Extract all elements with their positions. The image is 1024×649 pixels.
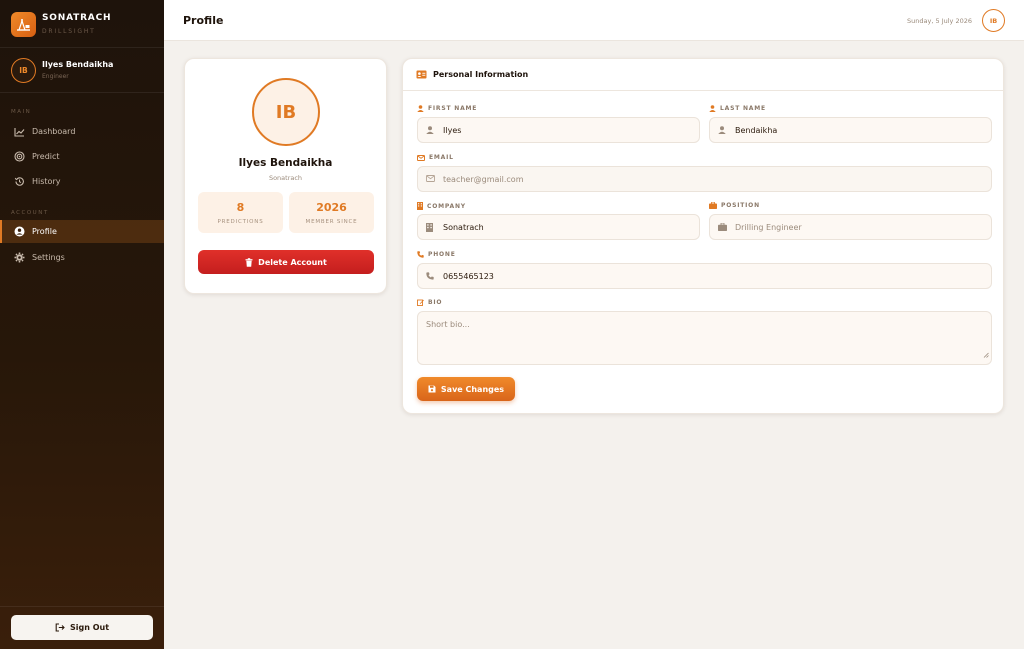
user-name: Ilyes Bendaikha (42, 60, 114, 69)
phone-value: 0655465123 (443, 272, 494, 281)
profile-avatar: IB (252, 78, 320, 146)
company-label: COMPANY (417, 202, 466, 210)
user-icon (426, 126, 434, 134)
topbar: Profile Sunday, 5 July 2026 IB (164, 0, 1024, 41)
save-changes-label: Save Changes (440, 384, 505, 394)
profile-company: Sonatrach (268, 174, 303, 182)
briefcase-icon (718, 223, 727, 231)
avatar: IB (11, 58, 36, 83)
label-text: EMAIL (429, 154, 454, 161)
edit-icon (417, 299, 424, 306)
sign-out-label: Sign Out (69, 623, 110, 632)
gear-icon (14, 252, 25, 263)
sidebar-item-label: History (32, 177, 61, 186)
email-placeholder: teacher@gmail.com (443, 175, 524, 184)
id-card-icon (416, 70, 427, 79)
sidebar-item-settings[interactable]: Settings (0, 246, 164, 269)
target-icon (14, 151, 25, 162)
chart-line-icon (14, 126, 25, 137)
label-text: FIRST NAME (428, 105, 478, 112)
first-name-label: FIRST NAME (417, 105, 477, 112)
sidebar-item-label: Predict (32, 152, 60, 161)
brand[interactable]: SONATRACH DRILLSIGHT (11, 12, 156, 40)
stat-value: 8 (236, 201, 245, 214)
envelope-icon (426, 175, 435, 182)
sidebar-item-label: Dashboard (32, 127, 76, 136)
stat-member-since: 2026 MEMBER SINCE (289, 192, 374, 233)
user-role: Engineer (42, 73, 69, 80)
briefcase-icon (709, 202, 717, 209)
position-label: POSITION (709, 202, 760, 209)
email-label: EMAIL (417, 154, 454, 161)
user-circle-icon (14, 226, 25, 237)
building-icon (417, 202, 423, 210)
phone-label: PHONE (417, 251, 456, 258)
last-name-label: LAST NAME (709, 105, 766, 112)
personal-info-card: Personal Information FIRST NAME Ilyes LA… (402, 58, 1004, 414)
last-name-value: Bendaikha (735, 126, 778, 135)
section-label-account: ACCOUNT (11, 210, 49, 216)
sidebar-item-dashboard[interactable]: Dashboard (0, 120, 164, 143)
phone-icon (426, 272, 434, 280)
divider (0, 92, 164, 93)
position-field[interactable]: Drilling Engineer (709, 214, 992, 240)
sidebar-item-profile[interactable]: Profile (0, 220, 164, 243)
email-field[interactable]: teacher@gmail.com (417, 166, 992, 192)
brand-subtitle: DRILLSIGHT (42, 28, 96, 35)
profile-name: Ilyes Bendaikha (238, 157, 333, 169)
label-text: COMPANY (427, 202, 466, 210)
label-text: PHONE (428, 251, 456, 258)
stat-label: PREDICTIONS (217, 219, 264, 225)
page-title: Profile (183, 14, 224, 27)
trash-icon (245, 257, 253, 267)
sidebar-item-predict[interactable]: Predict (0, 145, 164, 168)
delete-account-button[interactable]: Delete Account (198, 250, 374, 274)
user-icon (709, 105, 716, 112)
save-changes-button[interactable]: Save Changes (417, 377, 515, 401)
label-text: LAST NAME (720, 105, 766, 112)
floppy-disk-icon (428, 385, 436, 393)
first-name-value: Ilyes (443, 126, 462, 135)
stat-label: MEMBER SINCE (305, 219, 358, 225)
card-title: Personal Information (433, 70, 529, 79)
envelope-icon (417, 154, 425, 161)
avatar[interactable]: IB (982, 9, 1005, 32)
delete-account-label: Delete Account (258, 257, 327, 267)
last-name-field[interactable]: Bendaikha (709, 117, 992, 143)
oil-rig-logo-icon (11, 12, 36, 37)
user-icon (718, 126, 726, 134)
divider (0, 47, 164, 48)
profile-card: IB Ilyes Bendaikha Sonatrach 8 PREDICTIO… (184, 58, 387, 294)
bio-label: BIO (417, 299, 442, 306)
sidebar: SONATRACH DRILLSIGHT IB Ilyes Bendaikha … (0, 0, 164, 649)
sidebar-item-history[interactable]: History (0, 170, 164, 193)
bio-placeholder: Short bio... (426, 320, 470, 329)
section-label-main: MAIN (11, 109, 32, 115)
company-field[interactable]: Sonatrach (417, 214, 700, 240)
stat-predictions: 8 PREDICTIONS (198, 192, 283, 233)
current-date: Sunday, 5 July 2026 (907, 17, 972, 25)
company-value: Sonatrach (443, 223, 484, 232)
label-text: BIO (428, 299, 443, 306)
sidebar-item-label: Settings (32, 253, 65, 262)
first-name-field[interactable]: Ilyes (417, 117, 700, 143)
phone-icon (417, 251, 424, 258)
bio-textarea[interactable]: Short bio... (417, 311, 992, 365)
divider (0, 606, 164, 607)
brand-name: SONATRACH (42, 13, 112, 23)
position-placeholder: Drilling Engineer (735, 223, 802, 232)
user-icon (417, 105, 424, 112)
label-text: POSITION (721, 202, 760, 209)
building-icon (426, 223, 433, 232)
sign-out-icon (55, 623, 65, 632)
stat-value: 2026 (316, 201, 347, 214)
resize-handle-icon[interactable] (983, 343, 989, 362)
history-icon (14, 176, 25, 187)
sign-out-button[interactable]: Sign Out (11, 615, 153, 640)
card-header: Personal Information (403, 59, 1003, 91)
phone-field[interactable]: 0655465123 (417, 263, 992, 289)
sidebar-user[interactable]: IB Ilyes Bendaikha Engineer (11, 58, 161, 84)
sidebar-item-label: Profile (32, 227, 57, 236)
